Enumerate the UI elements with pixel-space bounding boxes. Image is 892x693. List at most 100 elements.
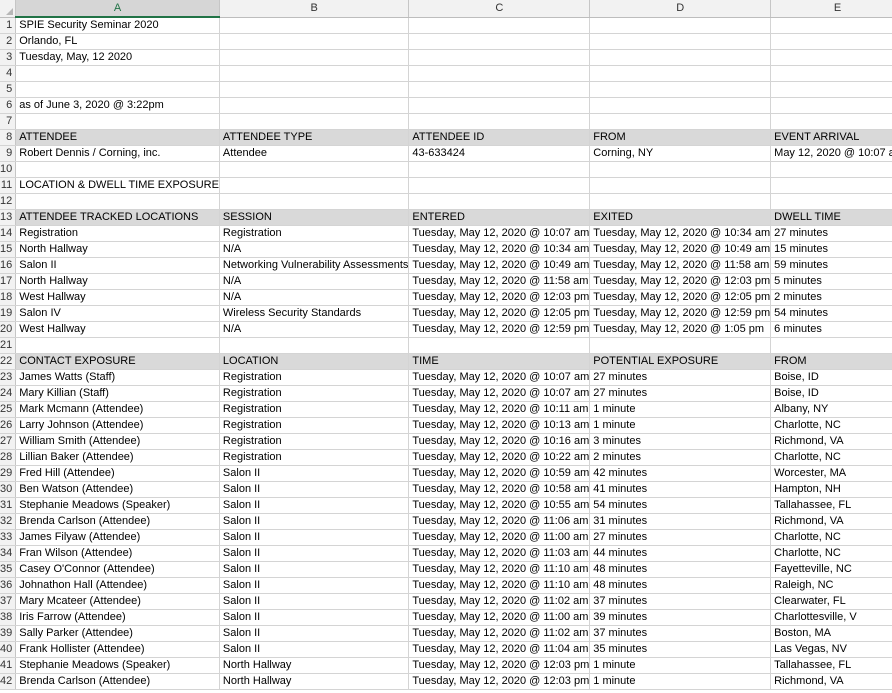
- row-number[interactable]: 35: [0, 561, 17, 578]
- cell[interactable]: ATTENDEE TRACKED LOCATIONS: [15, 209, 220, 226]
- row-number[interactable]: 3: [0, 49, 17, 66]
- cell[interactable]: 15 minutes: [770, 241, 892, 258]
- row-number[interactable]: 32: [0, 513, 17, 530]
- row-number[interactable]: 9: [0, 145, 17, 162]
- row-number[interactable]: 2: [0, 33, 17, 50]
- column-header[interactable]: C: [408, 0, 591, 18]
- cell[interactable]: Johnathon Hall (Attendee): [15, 577, 220, 594]
- cell[interactable]: [770, 65, 892, 82]
- cell[interactable]: Charlotte, NC: [770, 417, 892, 434]
- cell[interactable]: N/A: [219, 289, 410, 306]
- cell[interactable]: Tuesday, May, 12 2020: [15, 49, 220, 66]
- cell[interactable]: Richmond, VA: [770, 673, 892, 690]
- cell[interactable]: Tuesday, May 12, 2020 @ 10:13 am: [408, 417, 591, 434]
- row-number[interactable]: 20: [0, 321, 17, 338]
- cell[interactable]: Iris Farrow (Attendee): [15, 609, 220, 626]
- cell[interactable]: TIME: [408, 353, 591, 370]
- cell[interactable]: Tuesday, May 12, 2020 @ 10:34 am: [589, 225, 772, 242]
- cell[interactable]: Charlotte, NC: [770, 545, 892, 562]
- cell[interactable]: CONTACT EXPOSURE: [15, 353, 220, 370]
- cell[interactable]: Salon II: [219, 481, 410, 498]
- cell[interactable]: 44 minutes: [589, 545, 772, 562]
- cell[interactable]: Las Vegas, NV: [770, 641, 892, 658]
- cell[interactable]: Tuesday, May 12, 2020 @ 11:10 am: [408, 561, 591, 578]
- row-number[interactable]: 31: [0, 497, 17, 514]
- cell[interactable]: Salon II: [15, 257, 220, 274]
- cell[interactable]: [219, 17, 410, 34]
- cell[interactable]: 1 minute: [589, 657, 772, 674]
- row-number[interactable]: 18: [0, 289, 17, 306]
- cell[interactable]: Salon IV: [15, 305, 220, 322]
- cell[interactable]: 3 minutes: [589, 433, 772, 450]
- cell[interactable]: [219, 113, 410, 130]
- cell[interactable]: Tuesday, May 12, 2020 @ 10:49 am: [408, 257, 591, 274]
- cell[interactable]: [589, 161, 772, 178]
- cell[interactable]: 42 minutes: [589, 465, 772, 482]
- cell[interactable]: SESSION: [219, 209, 410, 226]
- cell[interactable]: Stephanie Meadows (Speaker): [15, 657, 220, 674]
- row-number[interactable]: 5: [0, 81, 17, 98]
- row-number[interactable]: 21: [0, 337, 17, 354]
- cell[interactable]: Salon II: [219, 513, 410, 530]
- cell[interactable]: Brenda Carlson (Attendee): [15, 513, 220, 530]
- row-number[interactable]: 26: [0, 417, 17, 434]
- cell[interactable]: North Hallway: [219, 673, 410, 690]
- cell[interactable]: Tallahassee, FL: [770, 497, 892, 514]
- cell[interactable]: [770, 113, 892, 130]
- row-number[interactable]: 13: [0, 209, 17, 226]
- cell[interactable]: [219, 65, 410, 82]
- row-number[interactable]: 28: [0, 449, 17, 466]
- cell[interactable]: Tuesday, May 12, 2020 @ 11:00 am: [408, 609, 591, 626]
- cell[interactable]: [219, 33, 410, 50]
- cell[interactable]: [589, 49, 772, 66]
- cell[interactable]: 27 minutes: [589, 529, 772, 546]
- row-number[interactable]: 34: [0, 545, 17, 562]
- cell[interactable]: 59 minutes: [770, 257, 892, 274]
- cell[interactable]: Tuesday, May 12, 2020 @ 10:55 am: [408, 497, 591, 514]
- cell[interactable]: [408, 177, 591, 194]
- cell[interactable]: 31 minutes: [589, 513, 772, 530]
- cell[interactable]: Tuesday, May 12, 2020 @ 1:05 pm: [589, 321, 772, 338]
- cell[interactable]: FROM: [589, 129, 772, 146]
- cell[interactable]: Boise, ID: [770, 369, 892, 386]
- cell[interactable]: [770, 177, 892, 194]
- cell[interactable]: Raleigh, NC: [770, 577, 892, 594]
- cell[interactable]: [219, 337, 410, 354]
- cell[interactable]: [219, 177, 410, 194]
- cell[interactable]: Salon II: [219, 625, 410, 642]
- row-number[interactable]: 10: [0, 161, 17, 178]
- cell[interactable]: James Watts (Staff): [15, 369, 220, 386]
- cell[interactable]: [770, 49, 892, 66]
- cell[interactable]: 6 minutes: [770, 321, 892, 338]
- cell[interactable]: Richmond, VA: [770, 433, 892, 450]
- cell[interactable]: 1 minute: [589, 673, 772, 690]
- column-header[interactable]: B: [219, 0, 410, 18]
- row-number[interactable]: 16: [0, 257, 17, 274]
- cell[interactable]: LOCATION: [219, 353, 410, 370]
- cell[interactable]: ATTENDEE: [15, 129, 220, 146]
- cell[interactable]: LOCATION & DWELL TIME EXPOSURE: [15, 177, 220, 194]
- cell[interactable]: Registration: [219, 369, 410, 386]
- cell[interactable]: Tuesday, May 12, 2020 @ 11:58 am: [589, 257, 772, 274]
- row-number[interactable]: 14: [0, 225, 17, 242]
- cell[interactable]: 48 minutes: [589, 577, 772, 594]
- row-number[interactable]: 27: [0, 433, 17, 450]
- cell[interactable]: Registration: [219, 225, 410, 242]
- cell[interactable]: Tuesday, May 12, 2020 @ 11:00 am: [408, 529, 591, 546]
- cell[interactable]: [589, 65, 772, 82]
- cell[interactable]: Tuesday, May 12, 2020 @ 10:07 am: [408, 369, 591, 386]
- cell[interactable]: Registration: [219, 417, 410, 434]
- cell[interactable]: 39 minutes: [589, 609, 772, 626]
- cell[interactable]: 2 minutes: [589, 449, 772, 466]
- cell[interactable]: 43-633424: [408, 145, 591, 162]
- cell[interactable]: Tuesday, May 12, 2020 @ 10:16 am: [408, 433, 591, 450]
- row-number[interactable]: 17: [0, 273, 17, 290]
- cell[interactable]: North Hallway: [15, 273, 220, 290]
- row-number[interactable]: 15: [0, 241, 17, 258]
- cell[interactable]: Registration: [219, 401, 410, 418]
- cell[interactable]: Wireless Security Standards: [219, 305, 410, 322]
- cell[interactable]: N/A: [219, 241, 410, 258]
- cell[interactable]: [219, 49, 410, 66]
- cell[interactable]: Tuesday, May 12, 2020 @ 11:02 am: [408, 625, 591, 642]
- row-number[interactable]: 33: [0, 529, 17, 546]
